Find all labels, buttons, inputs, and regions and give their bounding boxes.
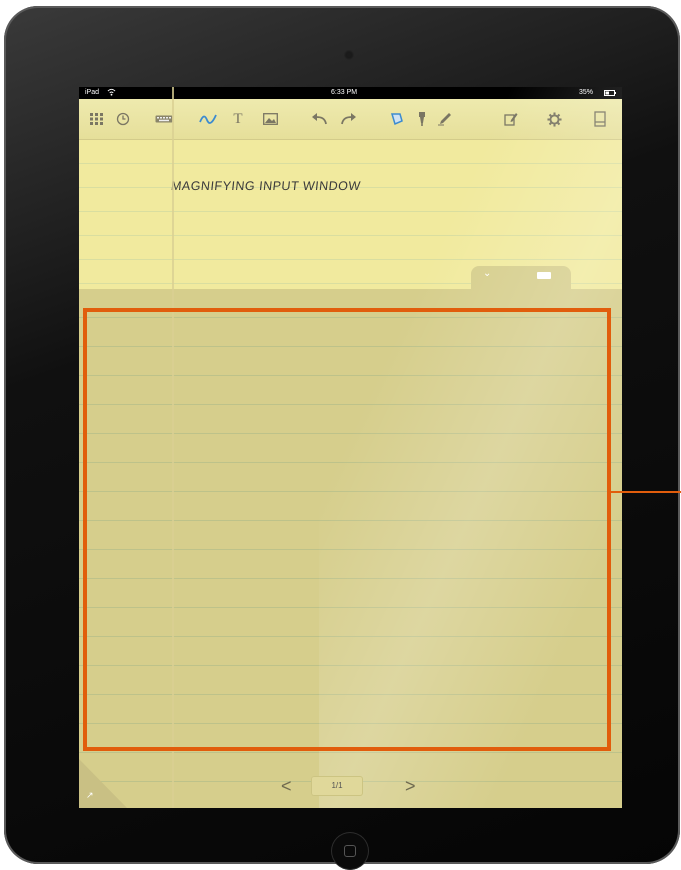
battery-level: 35% xyxy=(579,89,594,96)
toolbar: T xyxy=(79,99,622,140)
redo-icon[interactable] xyxy=(337,109,359,129)
next-page-button[interactable]: > xyxy=(405,776,416,797)
shape-icon[interactable] xyxy=(386,109,408,129)
wifi-icon xyxy=(107,88,116,98)
bookmark-icon[interactable] xyxy=(591,109,609,129)
grid-icon[interactable] xyxy=(87,109,107,129)
status-time: 6:33 PM xyxy=(331,89,358,96)
text-icon[interactable]: T xyxy=(227,109,249,129)
input-panel-tab: ⌄ xyxy=(471,266,571,290)
highlighter-icon[interactable] xyxy=(413,109,431,129)
chevron-down-icon[interactable]: ⌄ xyxy=(483,268,491,279)
pen-icon[interactable] xyxy=(197,109,219,129)
keyboard-icon[interactable] xyxy=(537,272,551,279)
page-indicator: 1/1 xyxy=(311,776,363,796)
prev-page-button[interactable]: < xyxy=(281,776,292,797)
status-bar: iPad 6:33 PM 35% xyxy=(79,87,622,99)
gear-icon[interactable] xyxy=(543,109,565,129)
home-button[interactable] xyxy=(331,832,369,870)
carrier: iPad xyxy=(85,89,100,96)
battery-icon xyxy=(604,90,616,98)
callout-line xyxy=(611,491,681,493)
clock-icon[interactable] xyxy=(113,109,133,129)
pager: < 1/1 > xyxy=(79,770,622,806)
edit-icon[interactable] xyxy=(501,109,521,129)
image-icon[interactable] xyxy=(259,109,281,129)
undo-icon[interactable] xyxy=(309,109,331,129)
note-heading: MAGNIFYING INPUT WINDOW xyxy=(170,179,362,193)
camera xyxy=(344,50,354,60)
marker-icon[interactable] xyxy=(435,109,455,129)
magnify-highlight-frame xyxy=(83,308,611,751)
